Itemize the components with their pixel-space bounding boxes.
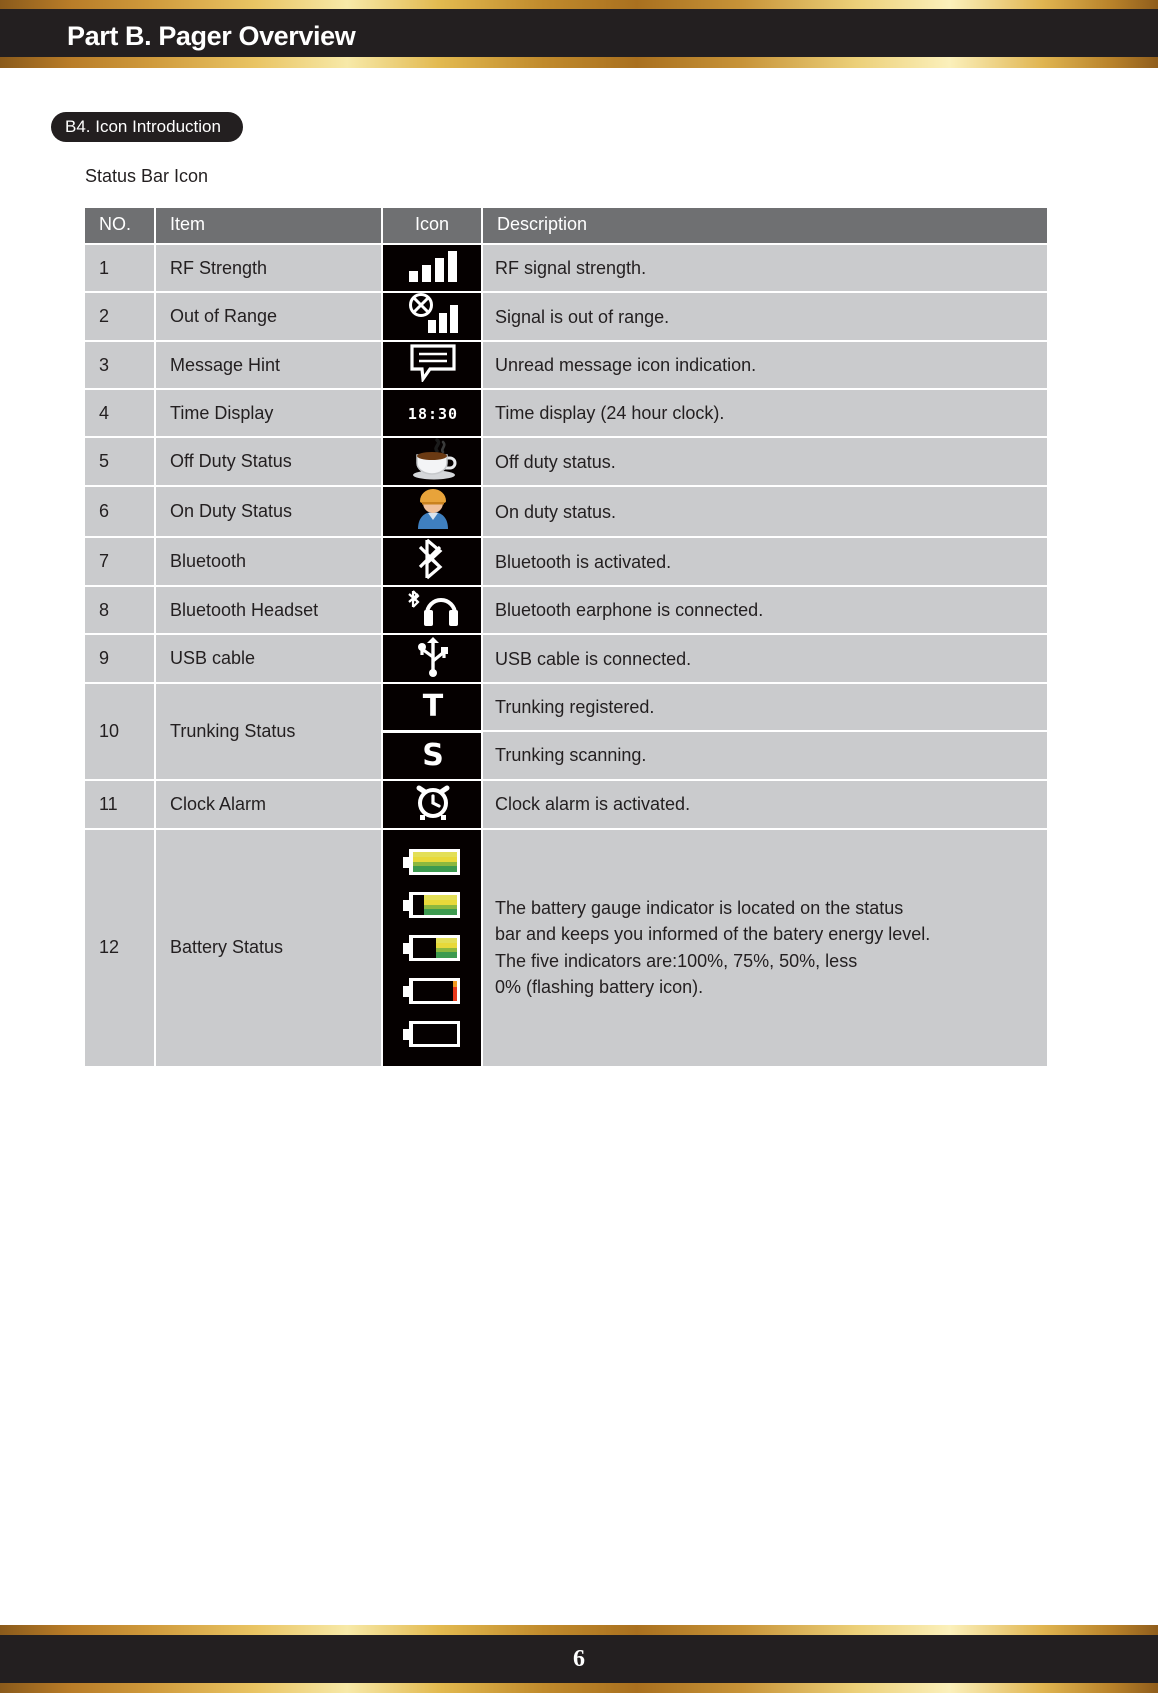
- table-row: 11 Clock Alarm Clock alarm is activated.: [85, 778, 1047, 829]
- cell-no: 5: [85, 436, 156, 487]
- gold-rule-bottom-inner: [0, 1625, 1158, 1635]
- coffee-cup-icon: [383, 438, 483, 480]
- battery-75-icon: [403, 891, 460, 918]
- column-header-description: Description: [482, 208, 1047, 244]
- bluetooth-headset-icon: [383, 588, 483, 628]
- cell-item: USB cable: [155, 633, 383, 684]
- cell-description: Trunking scanning.: [482, 730, 1047, 780]
- cell-no: 4: [85, 388, 156, 438]
- cell-description: Off duty status.: [482, 436, 1047, 487]
- gold-rule-top-outer: [0, 0, 1158, 9]
- gold-rule-top-inner: [0, 57, 1158, 68]
- cell-no: 2: [85, 291, 156, 342]
- cell-icon: [382, 536, 483, 587]
- letter-s-text: S: [422, 737, 444, 773]
- cell-description: Bluetooth is activated.: [482, 536, 1047, 587]
- cell-icon: [382, 633, 483, 684]
- page-number: 6: [573, 1646, 585, 1672]
- battery-100-icon: [403, 848, 460, 875]
- cell-item: Off Duty Status: [155, 436, 383, 487]
- status-bar-icon-table: NO. Item Icon Description 1 RF Strength: [85, 208, 1047, 1066]
- alarm-clock-icon: [383, 781, 483, 823]
- cell-icon: [382, 340, 483, 390]
- worker-person-icon: [383, 487, 483, 531]
- cell-item: Bluetooth Headset: [155, 585, 383, 635]
- cell-no: 8: [85, 585, 156, 635]
- cell-description: Bluetooth earphone is connected.: [482, 585, 1047, 635]
- cell-icon: [382, 242, 483, 293]
- cell-description: Time display (24 hour clock).: [482, 388, 1047, 438]
- cell-description: Trunking registered.: [482, 682, 1047, 732]
- cell-no: 10: [85, 682, 156, 780]
- battery-50-icon: [403, 934, 460, 961]
- cell-no: 9: [85, 633, 156, 684]
- table-row: 4 Time Display 18:30 Time display (24 ho…: [85, 388, 1047, 438]
- cell-item: Bluetooth: [155, 536, 383, 587]
- cell-no: 1: [85, 242, 156, 293]
- letter-s-icon: S: [383, 737, 483, 773]
- column-header-item: Item: [155, 208, 383, 244]
- cell-description: Signal is out of range.: [482, 291, 1047, 342]
- table-row: 6 On Duty Status On duty status.: [85, 485, 1047, 538]
- page-title: Part B. Pager Overview: [67, 21, 356, 51]
- cell-item: Battery Status: [155, 827, 383, 1066]
- column-header-icon: Icon: [382, 208, 483, 244]
- table-row: 7 Bluetooth Bluetooth is activated.: [85, 536, 1047, 587]
- battery-low-icon: [403, 977, 460, 1004]
- bluetooth-icon: [383, 538, 483, 580]
- cell-description: RF signal strength.: [482, 242, 1047, 293]
- battery-levels-icon: [383, 830, 481, 1066]
- table-row: 9 USB cable USB cable is connected.: [85, 633, 1047, 684]
- cell-item: On Duty Status: [155, 485, 383, 538]
- cell-icon: S: [382, 729, 483, 780]
- clock-time-text-icon: 18:30: [383, 404, 483, 423]
- cell-icon: [382, 778, 483, 829]
- cell-icon: T: [382, 682, 483, 732]
- cell-icon: [382, 827, 483, 1066]
- cell-icon: 18:30: [382, 388, 483, 438]
- table-row: 2 Out of Range Signal is out of range.: [85, 291, 1047, 342]
- cell-no: 3: [85, 340, 156, 390]
- cell-item: Out of Range: [155, 291, 383, 342]
- cell-item: Time Display: [155, 388, 383, 438]
- document-page: Part B. Pager Overview B4. Icon Introduc…: [0, 0, 1158, 1693]
- cell-description: The battery gauge indicator is located o…: [482, 827, 1047, 1066]
- cell-icon: [382, 291, 483, 342]
- cell-item: RF Strength: [155, 242, 383, 293]
- letter-t-text: T: [422, 689, 444, 725]
- cell-no: 7: [85, 536, 156, 587]
- letter-t-icon: T: [383, 692, 483, 722]
- cell-description: USB cable is connected.: [482, 633, 1047, 684]
- cell-icon: [382, 436, 483, 487]
- section-heading-pill: B4. Icon Introduction: [51, 112, 243, 142]
- battery-empty-icon: [403, 1020, 460, 1047]
- cell-item: Clock Alarm: [155, 778, 383, 829]
- table-row: 12 Battery Status The battery gauge indi…: [85, 827, 1047, 1066]
- table-row: 8 Bluetooth Headset Bluetooth earphone i…: [85, 585, 1047, 635]
- usb-icon: [383, 635, 483, 678]
- signal-out-of-range-icon: [383, 293, 483, 335]
- message-bubble-icon: [383, 344, 483, 382]
- table-header-row: NO. Item Icon Description: [85, 208, 1047, 244]
- table-row: 1 RF Strength RF signal strength.: [85, 242, 1047, 293]
- cell-description: Clock alarm is activated.: [482, 778, 1047, 829]
- page-header-band: Part B. Pager Overview: [0, 9, 1158, 57]
- cell-description: Unread message icon indication.: [482, 340, 1047, 390]
- gold-rule-bottom-outer: [0, 1683, 1158, 1693]
- table-row: 5 Off Duty Status Off duty status.: [85, 436, 1047, 487]
- cell-no: 11: [85, 778, 156, 829]
- cell-item: Message Hint: [155, 340, 383, 390]
- cell-description: On duty status.: [482, 485, 1047, 538]
- section-subtitle: Status Bar Icon: [85, 166, 209, 186]
- cell-item: Trunking Status: [155, 682, 383, 780]
- cell-icon: [382, 585, 483, 635]
- table-row: 3 Message Hint Unread message icon indic…: [85, 340, 1047, 390]
- cell-no: 6: [85, 485, 156, 538]
- cell-icon: [382, 485, 483, 538]
- cell-no: 12: [85, 827, 156, 1066]
- column-header-no: NO.: [85, 208, 156, 244]
- time-display-text: 18:30: [407, 404, 459, 423]
- table-row: 10 Trunking Status T Trunking registered…: [85, 682, 1047, 780]
- signal-bars-icon: [383, 249, 483, 283]
